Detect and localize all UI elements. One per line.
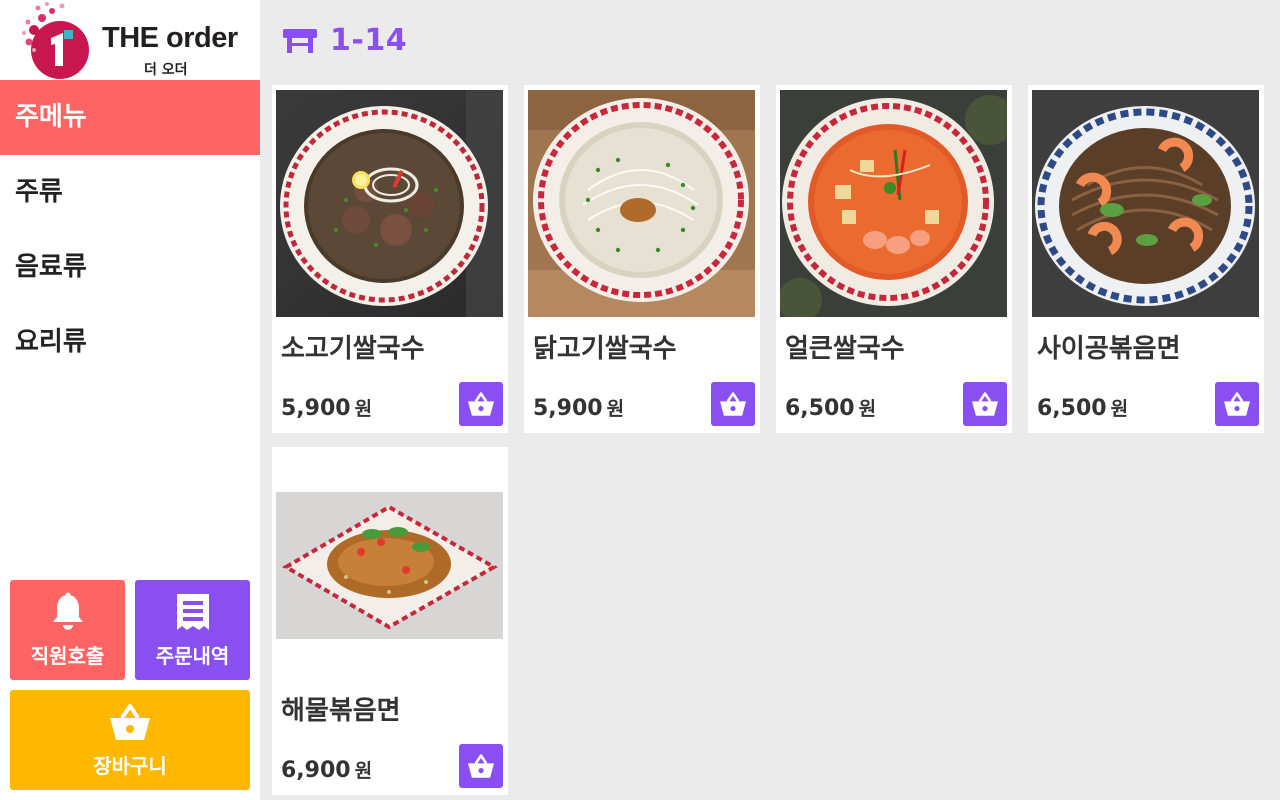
- add-to-cart-button[interactable]: [459, 744, 503, 788]
- category-item-beverages[interactable]: 음료류: [0, 230, 260, 305]
- brand-logo: THE order 더 오더: [20, 0, 240, 80]
- cart-label: 장바구니: [93, 754, 167, 778]
- menu-item-name: 소고기쌀국수: [281, 334, 425, 364]
- menu-item-price: 5,900 원: [281, 394, 372, 421]
- app-root: THE order 더 오더 주메뉴 주류 음료류 요리류 직원호출 주문내역 …: [0, 0, 1280, 800]
- menu-item-name: 닭고기쌀국수: [533, 334, 677, 364]
- table-number: 1-14: [330, 22, 408, 58]
- currency-label: 원: [354, 760, 373, 782]
- menu-card[interactable]: 사이공볶음면 6,500 원: [1028, 85, 1264, 433]
- basket-icon: [10, 702, 250, 742]
- menu-card[interactable]: 소고기쌀국수 5,900 원: [272, 85, 508, 433]
- menu-item-price: 5,900 원: [533, 394, 624, 421]
- sidebar: THE order 더 오더 주메뉴 주류 음료류 요리류 직원호출 주문내역 …: [0, 0, 260, 800]
- food-photo: [276, 452, 503, 679]
- brand-subtitle: 더 오더: [144, 62, 188, 78]
- price-value: 6,900: [281, 758, 351, 783]
- currency-label: 원: [606, 398, 625, 420]
- food-photo: [1032, 90, 1259, 317]
- cart-button[interactable]: 장바구니: [10, 690, 250, 790]
- basket-icon: [720, 392, 746, 416]
- staff-call-label: 직원호출: [30, 644, 105, 668]
- logo-mark-icon: [22, 2, 89, 79]
- add-to-cart-button[interactable]: [711, 382, 755, 426]
- bell-icon: [10, 592, 125, 632]
- menu-item-price: 6,500 원: [1037, 394, 1128, 421]
- category-item-dishes[interactable]: 요리류: [0, 305, 260, 380]
- food-photo: [780, 90, 1007, 317]
- main-content: 1-14 소고기쌀국수 5,900 원 닭고기쌀국수 5,900 원 얼큰쌀국수…: [260, 0, 1280, 800]
- basket-icon: [1224, 392, 1250, 416]
- menu-item-name: 얼큰쌀국수: [785, 334, 905, 364]
- currency-label: 원: [354, 398, 373, 420]
- food-photo: [528, 90, 755, 317]
- table-indicator: 1-14: [282, 20, 407, 60]
- basket-icon: [468, 392, 494, 416]
- category-item-main-menu[interactable]: 주메뉴: [0, 80, 260, 155]
- price-value: 6,500: [785, 396, 855, 421]
- menu-item-price: 6,900 원: [281, 756, 372, 783]
- table-icon: [283, 29, 317, 53]
- basket-icon: [972, 392, 998, 416]
- category-item-alcohol[interactable]: 주류: [0, 155, 260, 230]
- price-value: 5,900: [281, 396, 351, 421]
- menu-item-name: 사이공볶음면: [1037, 334, 1181, 364]
- menu-item-price: 6,500 원: [785, 394, 876, 421]
- menu-item-name: 해물볶음면: [281, 696, 401, 726]
- order-history-button[interactable]: 주문내역: [135, 580, 250, 680]
- basket-icon: [468, 754, 494, 778]
- order-history-label: 주문내역: [155, 644, 230, 668]
- price-value: 6,500: [1037, 396, 1107, 421]
- food-photo: [276, 90, 503, 317]
- add-to-cart-button[interactable]: [963, 382, 1007, 426]
- staff-call-button[interactable]: 직원호출: [10, 580, 125, 680]
- menu-card[interactable]: 닭고기쌀국수 5,900 원: [524, 85, 760, 433]
- add-to-cart-button[interactable]: [1215, 382, 1259, 426]
- price-value: 5,900: [533, 396, 603, 421]
- add-to-cart-button[interactable]: [459, 382, 503, 426]
- category-nav: 주메뉴 주류 음료류 요리류: [0, 80, 260, 380]
- currency-label: 원: [1110, 398, 1129, 420]
- menu-card[interactable]: 얼큰쌀국수 6,500 원: [776, 85, 1012, 433]
- receipt-icon: [135, 592, 250, 632]
- menu-card[interactable]: 해물볶음면 6,900 원: [272, 447, 508, 795]
- brand-title: THE order: [102, 22, 238, 54]
- currency-label: 원: [858, 398, 877, 420]
